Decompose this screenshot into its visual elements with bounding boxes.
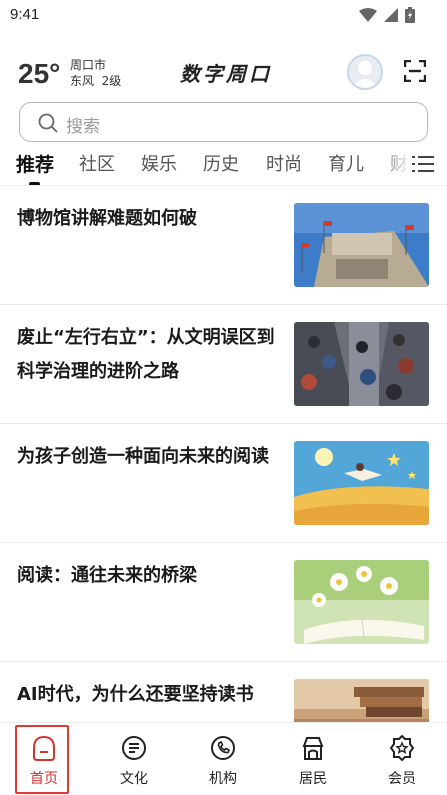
news-item[interactable]: AI时代，为什么还要坚持读书	[0, 662, 447, 722]
city-label: 周口市	[70, 58, 107, 72]
nav-item-institution[interactable]: 机构	[183, 723, 263, 795]
tab-entertainment[interactable]: 娱乐	[141, 150, 177, 176]
news-item[interactable]: 废止“左行右立”：从文明误区到科学治理的进阶之路	[0, 305, 447, 424]
nav-label: 居民	[299, 771, 327, 787]
news-title: 废止“左行右立”：从文明误区到科学治理的进阶之路	[17, 327, 275, 382]
news-title: 阅读：通往未来的桥梁	[17, 565, 197, 586]
wifi-icon	[359, 8, 377, 22]
culture-icon	[122, 736, 146, 760]
nav-item-resident[interactable]: 居民	[273, 723, 353, 795]
search-placeholder: 搜索	[66, 117, 100, 137]
member-icon	[389, 734, 415, 762]
nav-label: 会员	[388, 771, 416, 787]
nav-item-culture[interactable]: 文化	[94, 723, 174, 795]
nav-item-member[interactable]: 会员	[362, 723, 442, 795]
app-title: 数字周口	[180, 62, 272, 86]
news-item[interactable]: 博物馆讲解难题如何破	[0, 186, 447, 305]
news-list: 博物馆讲解难题如何破 废止“左行右立”：从文明误区到科学治理的进阶之路 为孩子创…	[0, 186, 447, 722]
news-title: AI时代，为什么还要坚持读书	[17, 684, 254, 705]
tab-fashion[interactable]: 时尚	[266, 150, 302, 176]
news-thumbnail	[294, 441, 429, 525]
weather-info: 周口市 东风 2级	[70, 57, 121, 89]
signal-icon	[384, 8, 398, 22]
nav-item-home[interactable]: 首页	[4, 723, 84, 795]
nav-label: 文化	[120, 771, 148, 787]
nav-label: 机构	[209, 771, 237, 787]
scan-icon[interactable]	[404, 60, 426, 82]
tab-community[interactable]: 社区	[79, 150, 115, 176]
resident-icon	[302, 737, 324, 760]
news-thumbnail	[294, 560, 429, 644]
tab-recommend[interactable]: 推荐	[16, 150, 54, 177]
wind-label: 东风 2级	[70, 74, 122, 88]
category-tabs: 推荐 社区 娱乐 历史 时尚 育儿 财经	[0, 146, 447, 186]
avatar[interactable]	[347, 54, 383, 90]
search-icon	[38, 113, 58, 133]
status-bar: 9:41	[0, 0, 447, 32]
phone-icon	[211, 736, 235, 760]
news-title: 为孩子创造一种面向未来的阅读	[17, 446, 269, 467]
news-item[interactable]: 阅读：通往未来的桥梁	[0, 543, 447, 662]
news-thumbnail	[294, 679, 429, 722]
bottom-nav: 首页 文化 机构 居民 会员	[0, 722, 447, 795]
news-thumbnail	[294, 203, 429, 287]
tab-history[interactable]: 历史	[203, 150, 239, 176]
status-time: 9:41	[10, 6, 40, 23]
news-item[interactable]: 为孩子创造一种面向未来的阅读	[0, 424, 447, 543]
news-title: 博物馆讲解难题如何破	[17, 208, 197, 229]
search-bar[interactable]: 搜索	[19, 102, 428, 142]
menu-icon[interactable]	[412, 155, 434, 173]
nav-label: 首页	[30, 771, 58, 787]
header: 25° 周口市 东风 2级 数字周口	[0, 50, 447, 98]
temperature: 25°	[18, 58, 61, 89]
battery-icon	[405, 7, 415, 23]
status-icons	[359, 7, 415, 23]
tab-parenting[interactable]: 育儿	[328, 150, 364, 176]
home-icon	[33, 735, 55, 761]
news-thumbnail	[294, 322, 429, 406]
user-avatar-icon	[352, 61, 378, 88]
